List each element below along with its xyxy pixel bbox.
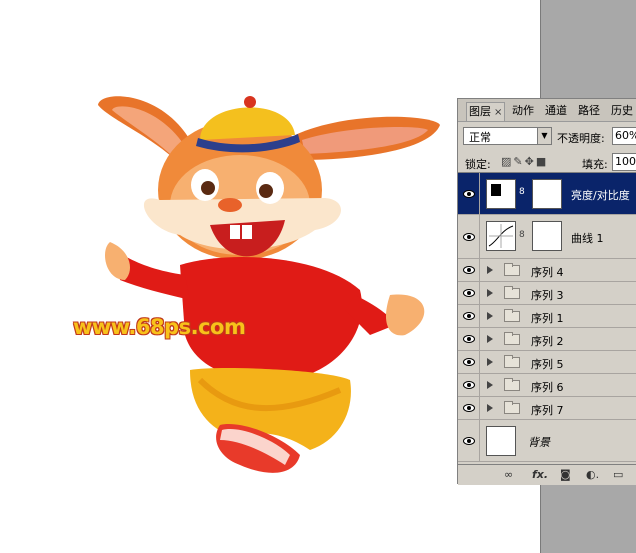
layer-list: 8 亮度/对比度 8 曲线 1 序列 4 序列 3 序列 1 序列 2 序列 5… bbox=[458, 172, 636, 463]
folder-icon bbox=[504, 355, 520, 368]
tab-history[interactable]: 历史 bbox=[609, 102, 635, 120]
mask-thumbnail bbox=[532, 179, 562, 209]
fill-label: 填充: bbox=[582, 158, 608, 171]
layer-name: 序列 3 bbox=[531, 289, 564, 302]
blend-mode-select[interactable]: 正常 ▼ bbox=[463, 127, 552, 145]
visibility-eye-icon[interactable] bbox=[458, 305, 480, 327]
tab-paths[interactable]: 路径 bbox=[576, 102, 602, 120]
panel-tabs: 图层 × 动作 通道 路径 历史 bbox=[458, 99, 636, 122]
visibility-eye-icon[interactable] bbox=[458, 215, 480, 258]
layer-row[interactable]: 背景 bbox=[458, 420, 636, 462]
rabbit-illustration bbox=[98, 96, 440, 473]
lock-label: 锁定: bbox=[465, 158, 491, 171]
layer-group-row[interactable]: 序列 7 bbox=[458, 397, 636, 420]
visibility-eye-icon[interactable] bbox=[458, 173, 480, 214]
layer-group-row[interactable]: 序列 3 bbox=[458, 282, 636, 305]
visibility-eye-icon[interactable] bbox=[458, 397, 480, 419]
layer-name: 序列 7 bbox=[531, 404, 564, 417]
folder-icon bbox=[504, 309, 520, 322]
expand-arrow-icon[interactable] bbox=[487, 381, 493, 389]
layer-group-row[interactable]: 序列 1 bbox=[458, 305, 636, 328]
visibility-eye-icon[interactable] bbox=[458, 374, 480, 396]
expand-arrow-icon[interactable] bbox=[487, 358, 493, 366]
layer-name: 序列 2 bbox=[531, 335, 564, 348]
lock-transparent-icon[interactable]: ▨ bbox=[501, 155, 513, 168]
close-icon[interactable]: × bbox=[494, 107, 502, 118]
layer-name: 序列 4 bbox=[531, 266, 564, 279]
layer-row[interactable]: 8 亮度/对比度 bbox=[458, 173, 636, 215]
expand-arrow-icon[interactable] bbox=[487, 335, 493, 343]
chevron-down-icon[interactable]: ▼ bbox=[537, 128, 551, 144]
layer-name: 序列 5 bbox=[531, 358, 564, 371]
fx-icon[interactable]: fx. bbox=[532, 468, 548, 481]
tab-layers-label: 图层 bbox=[469, 105, 491, 118]
tab-layers[interactable]: 图层 × bbox=[466, 102, 506, 121]
layer-name: 序列 1 bbox=[531, 312, 564, 325]
tab-channels[interactable]: 通道 bbox=[543, 102, 569, 120]
opacity-label: 不透明度: bbox=[557, 132, 605, 145]
layer-group-row[interactable]: 序列 5 bbox=[458, 351, 636, 374]
link-chain-icon: 8 bbox=[519, 230, 525, 240]
mask-thumbnail bbox=[532, 221, 562, 251]
visibility-eye-icon[interactable] bbox=[458, 420, 480, 461]
folder-icon bbox=[504, 286, 520, 299]
visibility-eye-icon[interactable] bbox=[458, 259, 480, 281]
watermark-text: www.68ps.com bbox=[73, 315, 246, 339]
panel-footer: ∞ fx. ◙ ◐. ▭ bbox=[458, 464, 636, 485]
lock-all-icon[interactable]: ■ bbox=[536, 155, 548, 168]
fill-input[interactable]: 100% bbox=[612, 153, 636, 171]
folder-icon bbox=[504, 378, 520, 391]
mask-icon[interactable]: ◙ bbox=[560, 468, 571, 481]
visibility-eye-icon[interactable] bbox=[458, 328, 480, 350]
layer-row[interactable]: 8 曲线 1 bbox=[458, 215, 636, 259]
tab-actions[interactable]: 动作 bbox=[510, 102, 536, 120]
visibility-eye-icon[interactable] bbox=[458, 351, 480, 373]
layer-group-row[interactable]: 序列 2 bbox=[458, 328, 636, 351]
layers-panel: 图层× 动作 通道 路径 历史 正常 ▼ 不透明度: 60% 锁定: ▨✎✥■ … bbox=[457, 98, 636, 485]
blend-mode-value: 正常 bbox=[469, 131, 491, 144]
lock-paint-icon[interactable]: ✎ bbox=[513, 155, 524, 168]
brightness-contrast-thumbnail-icon bbox=[486, 179, 516, 209]
layer-group-row[interactable]: 序列 6 bbox=[458, 374, 636, 397]
layer-name: 背景 bbox=[528, 436, 550, 449]
expand-arrow-icon[interactable] bbox=[487, 266, 493, 274]
background-thumbnail bbox=[486, 426, 516, 456]
link-chain-icon: 8 bbox=[519, 187, 525, 197]
layer-name: 序列 6 bbox=[531, 381, 564, 394]
opacity-input[interactable]: 60% bbox=[612, 127, 636, 145]
folder-icon bbox=[504, 401, 520, 414]
layer-name: 曲线 1 bbox=[571, 232, 604, 245]
curves-thumbnail-icon bbox=[486, 221, 516, 251]
visibility-eye-icon[interactable] bbox=[458, 282, 480, 304]
adjustment-icon[interactable]: ◐. bbox=[586, 468, 599, 481]
new-group-icon[interactable]: ▭ bbox=[613, 468, 623, 481]
link-icon[interactable]: ∞ bbox=[504, 468, 513, 481]
folder-icon bbox=[504, 263, 520, 276]
lock-icons: ▨✎✥■ bbox=[501, 155, 548, 168]
expand-arrow-icon[interactable] bbox=[487, 404, 493, 412]
folder-icon bbox=[504, 332, 520, 345]
lock-move-icon[interactable]: ✥ bbox=[525, 155, 536, 168]
expand-arrow-icon[interactable] bbox=[487, 312, 493, 320]
expand-arrow-icon[interactable] bbox=[487, 289, 493, 297]
layer-name: 亮度/对比度 bbox=[571, 189, 630, 202]
layer-group-row[interactable]: 序列 4 bbox=[458, 259, 636, 282]
